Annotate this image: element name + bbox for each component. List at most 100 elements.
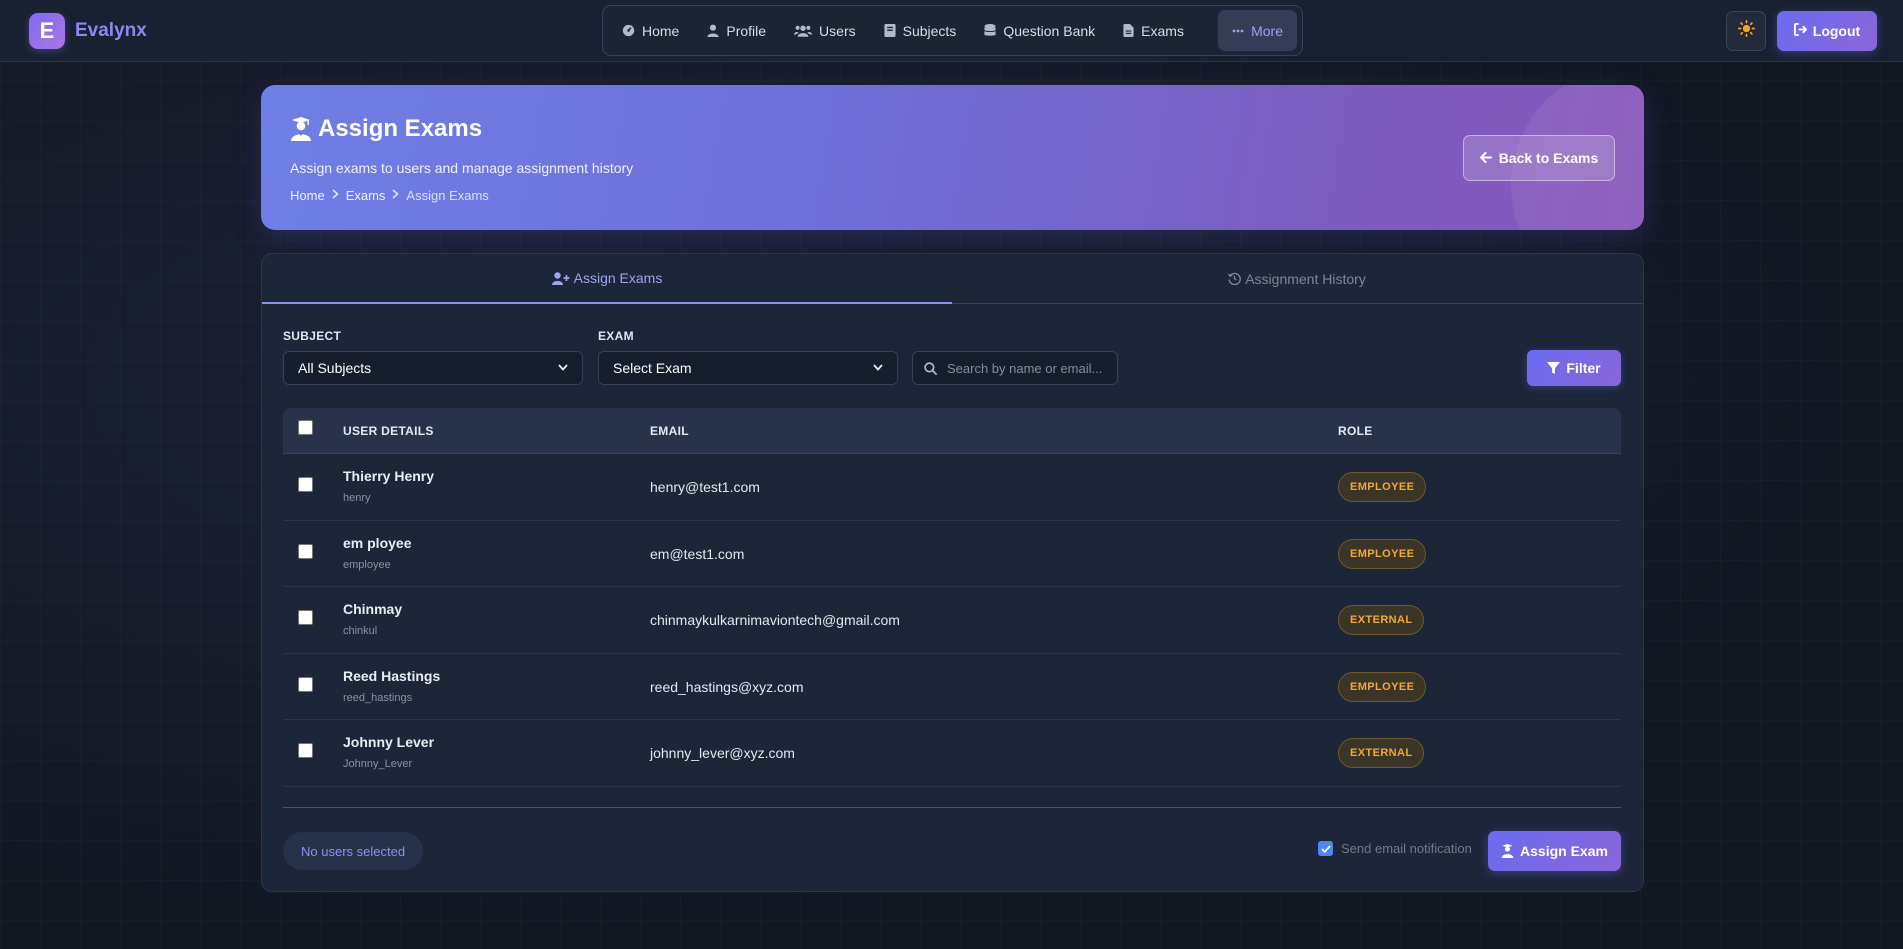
nav-label: Home	[642, 22, 680, 39]
chevron-down-icon	[873, 362, 883, 374]
search-box	[912, 351, 1118, 385]
exam-select[interactable]: Select Exam	[598, 351, 898, 385]
brand-logo: E	[29, 13, 65, 49]
nav-item-users[interactable]: Users	[780, 10, 870, 51]
file-icon	[1123, 24, 1134, 37]
search-icon	[924, 361, 937, 375]
history-icon	[1228, 272, 1242, 285]
page-header: Assign Exams Assign exams to users and m…	[261, 85, 1644, 230]
back-to-exams-button[interactable]: Back to Exams	[1463, 135, 1615, 181]
back-label: Back to Exams	[1498, 150, 1599, 166]
subject-select-value: All Subjects	[298, 360, 372, 376]
theme-toggle-button[interactable]	[1726, 11, 1766, 51]
exam-label: EXAM	[598, 329, 634, 343]
nav-label: Profile	[726, 22, 767, 39]
notify-checkbox[interactable]	[1318, 841, 1333, 856]
breadcrumb-home[interactable]: Home	[290, 188, 325, 203]
top-navbar: E Evalynx Home Profile Users Subjects Qu…	[0, 0, 1903, 62]
role-badge: EMPLOYEE	[1338, 472, 1427, 502]
row-checkbox[interactable]	[298, 610, 313, 625]
user-username: Johnny_Lever	[343, 758, 413, 770]
search-input[interactable]	[947, 360, 1107, 376]
header-email: EMAIL	[650, 424, 689, 438]
notify-label: Send email notification	[1341, 841, 1472, 856]
users-table: USER DETAILS EMAIL ROLE Thierry Henry he…	[283, 408, 1621, 787]
tab-label: Assignment History	[1245, 270, 1366, 287]
tab-label: Assign Exams	[573, 270, 663, 286]
select-all-checkbox[interactable]	[298, 420, 313, 435]
nav-item-question-bank[interactable]: Question Bank	[970, 10, 1109, 51]
email-notification-toggle[interactable]: Send email notification	[1318, 841, 1472, 856]
header-user-details: USER DETAILS	[343, 424, 434, 438]
selection-status: No users selected	[283, 832, 424, 870]
row-checkbox[interactable]	[298, 743, 313, 758]
nav-item-profile[interactable]: Profile	[693, 10, 780, 51]
user-email: henry@test1.com	[650, 479, 760, 495]
user-email: em@test1.com	[650, 545, 745, 562]
user-username: chinkul	[343, 625, 378, 637]
user-graduate-icon	[290, 117, 312, 141]
main-nav: Home Profile Users Subjects Question Ban…	[602, 5, 1303, 56]
logout-label: Logout	[1812, 23, 1861, 39]
chevron-down-icon	[558, 362, 568, 374]
nav-label: Users	[819, 22, 856, 39]
page-subtitle: Assign exams to users and manage assignm…	[290, 160, 634, 176]
sun-icon	[1737, 20, 1755, 42]
user-name: Johnny Lever	[343, 734, 435, 750]
table-row[interactable]: em ployee employee em@test1.com EMPLOYEE	[283, 521, 1621, 587]
sign-out-icon	[1793, 23, 1808, 39]
row-checkbox[interactable]	[298, 676, 313, 692]
table-row[interactable]: Chinmay chinkul chinmaykulkarnimaviontec…	[283, 587, 1621, 654]
user-username: henry	[343, 492, 371, 504]
breadcrumb: Home Exams Assign Exams	[290, 188, 489, 203]
nav-item-more[interactable]: More	[1218, 10, 1297, 51]
subject-label: SUBJECT	[283, 329, 342, 343]
footer-divider	[283, 807, 1621, 808]
users-icon	[794, 24, 813, 37]
nav-item-subjects[interactable]: Subjects	[870, 10, 971, 51]
role-badge: EXTERNAL	[1338, 738, 1425, 768]
table-row[interactable]: Thierry Henry henry henry@test1.com EMPL…	[283, 454, 1621, 521]
brand-name: Evalynx	[75, 20, 147, 41]
tab-assignment-history[interactable]: Assignment History	[952, 254, 1642, 303]
nav-item-exams[interactable]: Exams	[1109, 10, 1198, 51]
user-graduate-icon	[1501, 844, 1514, 858]
table-row[interactable]: Reed Hastings reed_hastings reed_hasting…	[283, 654, 1621, 720]
nav-label: Exams	[1141, 22, 1184, 39]
user-username: reed_hastings	[343, 691, 413, 704]
nav-item-home[interactable]: Home	[608, 10, 693, 51]
header-role: ROLE	[1338, 424, 1373, 438]
row-checkbox[interactable]	[298, 477, 313, 492]
user-icon	[707, 24, 719, 37]
assign-exam-button[interactable]: Assign Exam	[1488, 831, 1621, 871]
page-title: Assign Exams	[290, 115, 482, 143]
filter-label: Filter	[1566, 360, 1601, 376]
user-email: chinmaykulkarnimaviontech@gmail.com	[650, 612, 900, 628]
tab-bar: Assign Exams Assignment History	[262, 254, 1643, 304]
user-name: Chinmay	[343, 601, 403, 617]
subject-select[interactable]: All Subjects	[283, 351, 583, 385]
nav-label: Question Bank	[1003, 22, 1096, 39]
arrow-left-icon	[1479, 150, 1492, 166]
brand[interactable]: E Evalynx	[29, 13, 147, 49]
ellipsis-icon	[1232, 29, 1244, 33]
tab-assign-exams[interactable]: Assign Exams	[262, 254, 952, 304]
logout-button[interactable]: Logout	[1777, 11, 1877, 51]
filter-button[interactable]: Filter	[1527, 350, 1621, 386]
assign-card: Assign Exams Assignment History SUBJECT …	[261, 253, 1644, 892]
nav-label: More	[1251, 22, 1283, 39]
row-checkbox[interactable]	[298, 543, 313, 559]
user-email: reed_hastings@xyz.com	[650, 678, 804, 695]
user-name: em ployee	[343, 534, 412, 551]
role-badge: EMPLOYEE	[1338, 671, 1427, 702]
user-username: employee	[343, 558, 391, 571]
table-row[interactable]: Johnny Lever Johnny_Lever johnny_lever@x…	[283, 720, 1621, 787]
user-name: Thierry Henry	[343, 468, 435, 484]
page-title-text: Assign Exams	[318, 115, 483, 142]
role-badge: EMPLOYEE	[1338, 538, 1427, 569]
user-name: Reed Hastings	[343, 667, 441, 684]
breadcrumb-exams[interactable]: Exams	[346, 188, 386, 203]
chevron-right-icon	[332, 189, 339, 202]
user-email: johnny_lever@xyz.com	[650, 745, 795, 761]
dashboard-icon	[622, 24, 635, 37]
